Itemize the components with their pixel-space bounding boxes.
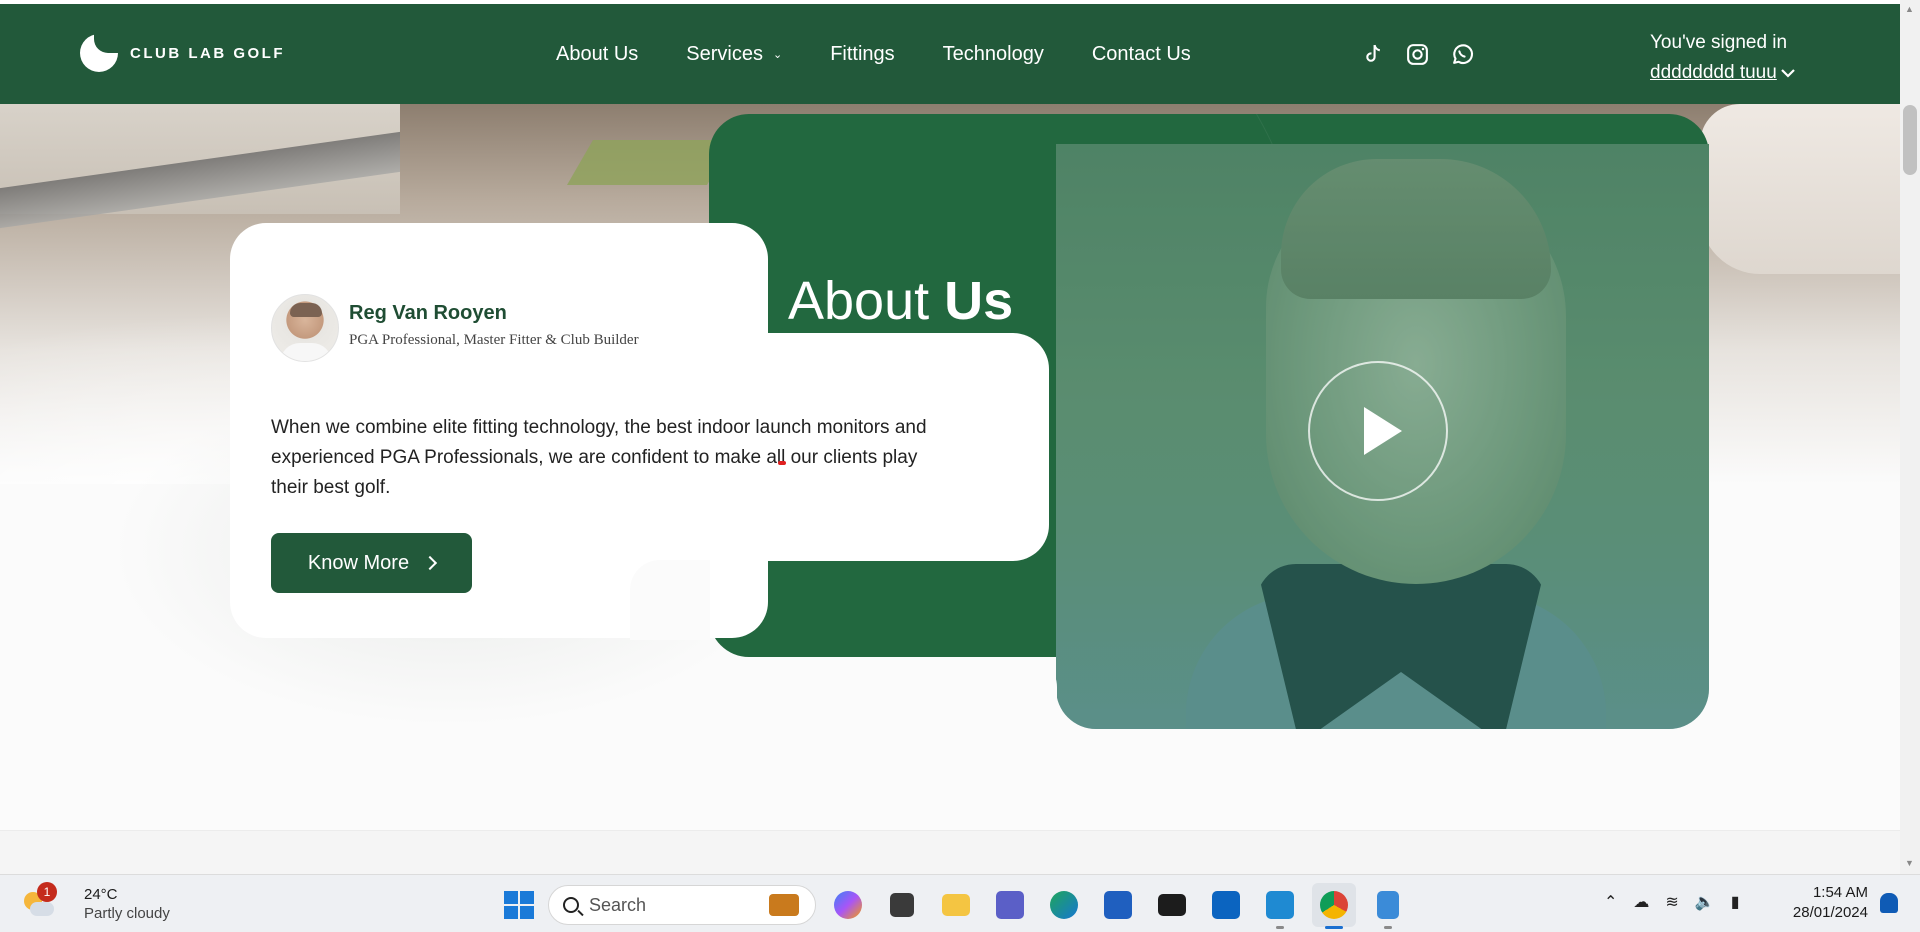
file-explorer-icon[interactable] xyxy=(934,883,978,927)
nav-link-about-us[interactable]: About Us xyxy=(556,43,638,66)
nav-link-services[interactable]: Services ⌄ xyxy=(686,43,782,66)
chevron-down-icon: ⌄ xyxy=(772,48,783,61)
nav-link-label: Services xyxy=(686,42,763,65)
taskbar-apps: Search xyxy=(498,883,1410,929)
search-icon xyxy=(563,897,579,913)
vscode-icon[interactable] xyxy=(1258,883,1302,929)
onedrive-icon[interactable]: ☁ xyxy=(1633,892,1649,912)
store-icon[interactable] xyxy=(1096,883,1140,927)
top-navigation: CLUB LAB GOLF About Us Services ⌄ Fitting… xyxy=(0,4,1900,104)
know-more-label: Know More xyxy=(307,551,410,574)
sofa xyxy=(1700,104,1900,274)
site-logo[interactable]: CLUB LAB GOLF xyxy=(80,34,285,72)
play-icon[interactable] xyxy=(1308,361,1448,501)
logo-text: CLUB LAB GOLF xyxy=(130,44,285,62)
section-title: About Us xyxy=(788,270,1013,332)
nav-link-label: About Us xyxy=(556,42,639,65)
title-light: About xyxy=(788,271,930,331)
tiktok-icon[interactable] xyxy=(1360,42,1385,67)
scroll-up-icon[interactable]: ▲ xyxy=(1905,4,1914,14)
weather-condition: Partly cloudy xyxy=(84,905,170,922)
chevron-right-icon xyxy=(423,555,438,571)
logo-mark-icon xyxy=(80,34,118,72)
account-menu[interactable]: You've signed in dddddddd tuuu xyxy=(1650,28,1795,88)
taskbar-search[interactable]: Search xyxy=(548,885,816,925)
nav-link-label: Technology xyxy=(942,42,1044,65)
windows-start-icon[interactable] xyxy=(498,885,538,925)
signed-in-label: You've signed in xyxy=(1650,32,1788,53)
briefcase-icon xyxy=(769,894,799,916)
search-placeholder: Search xyxy=(589,894,647,915)
nav-links: About Us Services ⌄ Fittings Technology C… xyxy=(556,4,1239,104)
whatsapp-icon[interactable] xyxy=(1450,42,1475,67)
title-bold: Us xyxy=(944,271,1014,331)
outlook-icon[interactable] xyxy=(1204,883,1248,927)
terminal-app-icon[interactable] xyxy=(880,883,924,927)
scrollbar-thumb[interactable] xyxy=(1903,105,1917,175)
user-name: dddddddd tuuu xyxy=(1650,62,1777,83)
volume-icon[interactable]: 🔈 xyxy=(1695,892,1715,912)
nav-link-technology[interactable]: Technology xyxy=(943,43,1044,66)
windows-taskbar: 24°C Partly cloudy 1 Search ⌃ ☁ ≋ 🔈 ▮ 1:… xyxy=(0,874,1920,932)
notepad-icon[interactable] xyxy=(1366,883,1410,929)
next-section xyxy=(0,830,1900,874)
instagram-icon[interactable] xyxy=(1405,42,1430,67)
nav-link-contact-us[interactable]: Contact Us xyxy=(1092,43,1191,66)
know-more-button[interactable]: Know More xyxy=(271,533,472,593)
card-corner-bottom xyxy=(630,560,710,640)
nav-link-label: Contact Us xyxy=(1091,42,1191,65)
notification-bell-icon[interactable] xyxy=(1880,893,1898,913)
weather-temp: 24°C xyxy=(84,886,118,903)
user-name-dropdown[interactable]: dddddddd tuuu xyxy=(1650,58,1795,88)
person-role: PGA Professional, Master Fitter & Club B… xyxy=(349,332,639,348)
social-links xyxy=(1360,42,1475,67)
nav-link-fittings[interactable]: Fittings xyxy=(830,43,894,66)
mouse-cursor-marker xyxy=(778,461,786,465)
battery-icon[interactable]: ▮ xyxy=(1731,892,1740,912)
about-quote: When we combine elite fitting technology… xyxy=(271,417,927,498)
clock[interactable]: 1:54 AM 28/01/2024 xyxy=(1786,883,1868,923)
edge-icon[interactable] xyxy=(1042,883,1086,927)
panel-notch xyxy=(709,657,1057,737)
avatar xyxy=(271,294,339,362)
time: 1:54 AM xyxy=(1812,884,1868,901)
teams-icon[interactable] xyxy=(988,883,1032,927)
date: 28/01/2024 xyxy=(1792,904,1868,921)
chevron-down-icon xyxy=(1781,69,1795,78)
chevron-up-icon[interactable]: ⌃ xyxy=(1604,892,1617,912)
nav-link-label: Fittings xyxy=(830,42,895,65)
chrome-icon[interactable] xyxy=(1312,883,1356,929)
weather-text: 24°C Partly cloudy xyxy=(84,885,170,923)
copilot-icon[interactable] xyxy=(826,883,870,927)
console-icon[interactable] xyxy=(1150,883,1194,927)
notification-badge: 1 xyxy=(37,882,57,902)
system-tray: ⌃ ☁ ≋ 🔈 ▮ xyxy=(1604,892,1740,912)
person-name: Reg Van Rooyen xyxy=(349,302,507,324)
scroll-down-icon[interactable]: ▼ xyxy=(1905,858,1914,868)
wifi-icon[interactable]: ≋ xyxy=(1665,892,1678,912)
browser-page: CLUB LAB GOLF About Us Services ⌄ Fitting… xyxy=(0,0,1900,874)
